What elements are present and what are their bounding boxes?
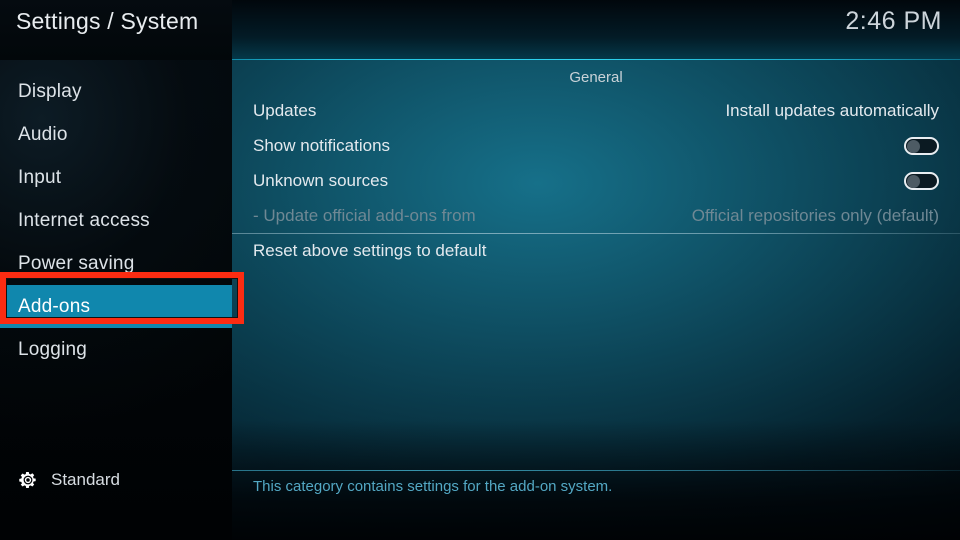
setting-label: Show notifications xyxy=(253,135,391,155)
sidebar-item-label: Display xyxy=(18,80,82,102)
category-description: This category contains settings for the … xyxy=(253,478,613,495)
setting-row-update-official-add-ons-from: - Update official add-ons from Official … xyxy=(232,198,960,233)
sidebar-item-power-saving[interactable]: Power saving xyxy=(0,242,232,285)
header-divider xyxy=(232,59,960,60)
setting-row-reset-above-settings[interactable]: Reset above settings to default xyxy=(232,233,960,268)
sidebar-item-label: Input xyxy=(18,166,62,188)
setting-label: Reset above settings to default xyxy=(253,240,487,260)
sidebar-item-label: Power saving xyxy=(18,252,135,274)
kodi-settings-window: Settings / System 2:46 PM Display Audio … xyxy=(0,0,960,540)
setting-label: Unknown sources xyxy=(253,170,389,190)
show-notifications-toggle[interactable] xyxy=(904,136,939,155)
toggle-knob xyxy=(907,139,920,153)
toggle-knob xyxy=(907,174,920,188)
unknown-sources-toggle[interactable] xyxy=(904,171,939,190)
sidebar-item-label: Internet access xyxy=(18,209,150,231)
sidebar-item-add-ons[interactable]: Add-ons xyxy=(0,285,232,328)
settings-category-menu: Display Audio Input Internet access Powe… xyxy=(0,70,232,371)
sidebar-item-display[interactable]: Display xyxy=(0,70,232,113)
settings-group-title: General xyxy=(569,69,623,86)
settings-list: Updates Install updates automatically Sh… xyxy=(232,93,960,268)
settings-level-row[interactable]: Standard xyxy=(0,465,232,495)
setting-row-show-notifications[interactable]: Show notifications xyxy=(232,128,960,163)
footer-divider xyxy=(232,470,960,471)
setting-row-updates[interactable]: Updates Install updates automatically xyxy=(232,93,960,128)
setting-value: Official repositories only (default) xyxy=(691,205,939,225)
setting-label: Updates xyxy=(253,100,317,120)
setting-label: - Update official add-ons from xyxy=(253,205,476,225)
gear-icon xyxy=(19,472,36,488)
sidebar-item-input[interactable]: Input xyxy=(0,156,232,199)
setting-value: Install updates automatically xyxy=(725,100,939,120)
sidebar-item-label: Add-ons xyxy=(18,295,91,317)
setting-row-unknown-sources[interactable]: Unknown sources xyxy=(232,163,960,198)
sidebar-item-label: Logging xyxy=(18,338,88,360)
sidebar-item-audio[interactable]: Audio xyxy=(0,113,232,156)
sidebar-item-internet-access[interactable]: Internet access xyxy=(0,199,232,242)
settings-level-label: Standard xyxy=(51,470,120,489)
sidebar-item-label: Audio xyxy=(18,123,68,145)
sidebar-item-logging[interactable]: Logging xyxy=(0,328,232,371)
